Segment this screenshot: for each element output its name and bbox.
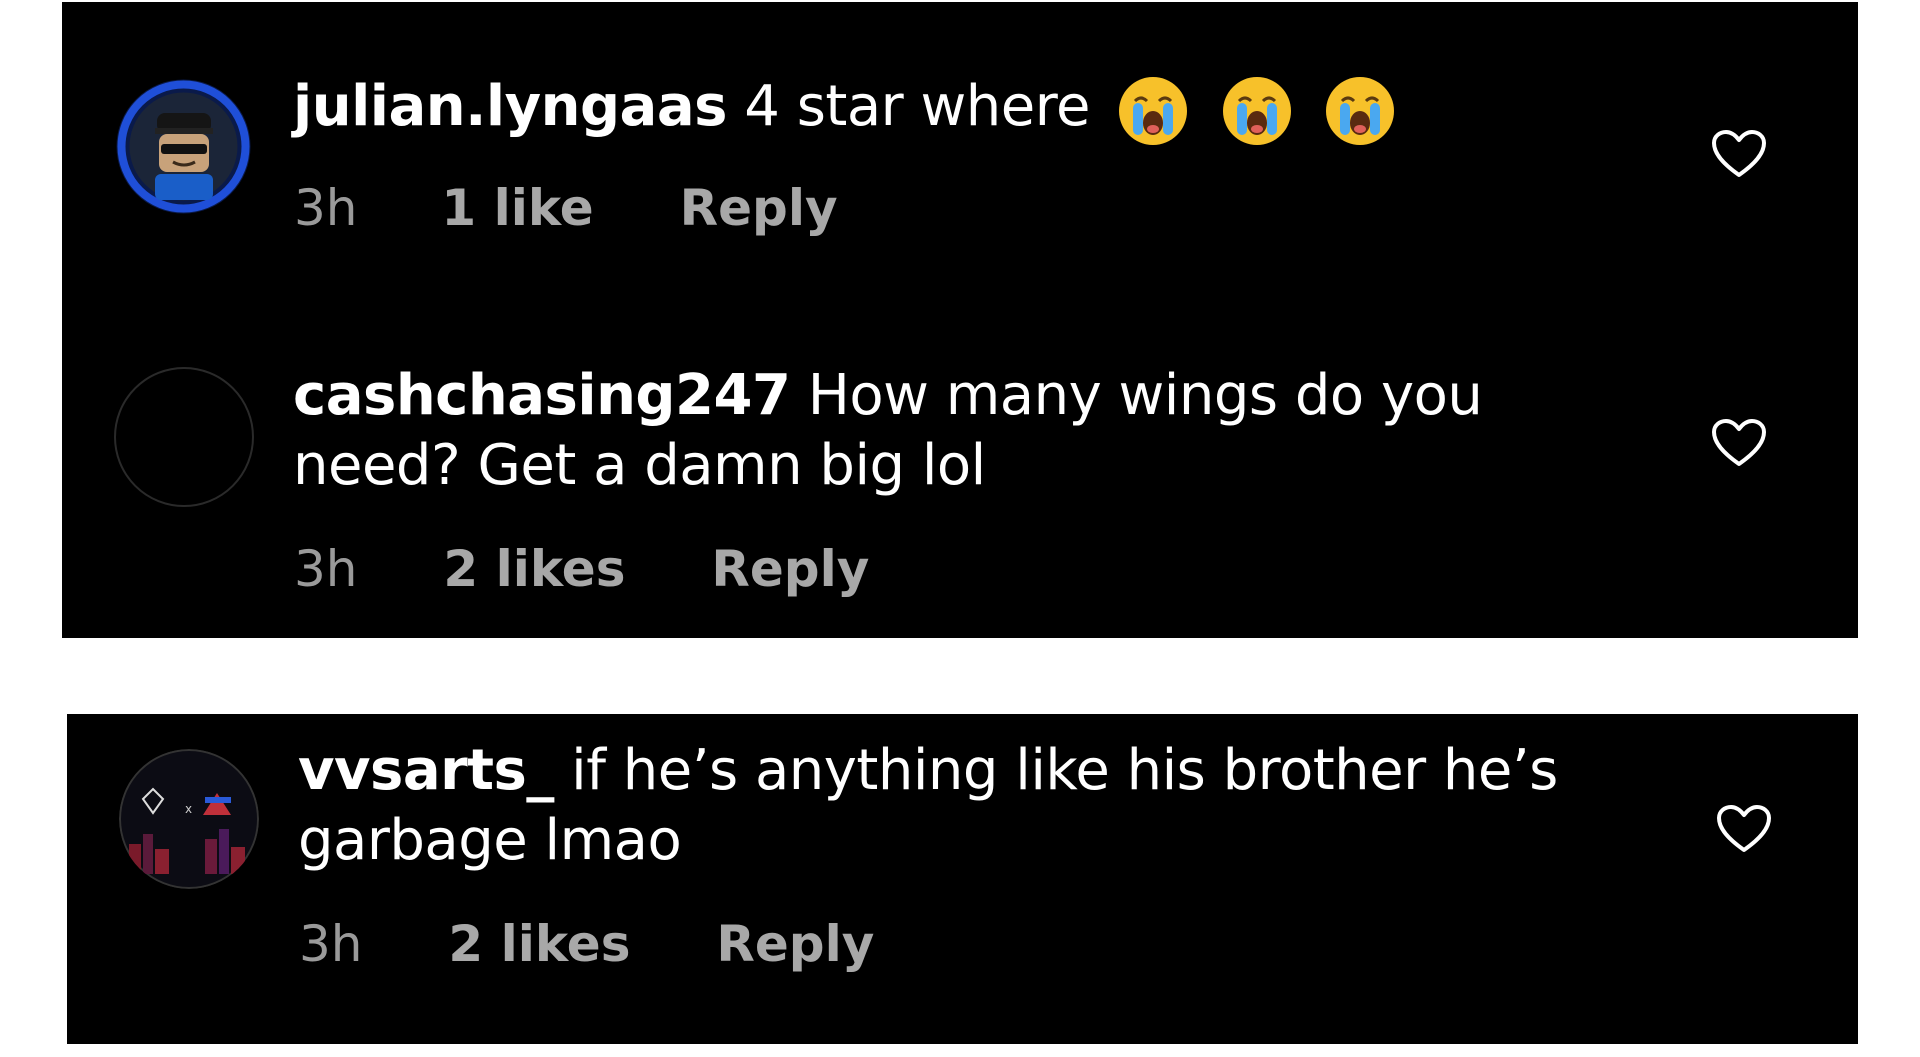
- avatar[interactable]: x: [119, 749, 259, 889]
- comment-item: x vvsarts_ if he’s anything like his bro…: [67, 714, 1858, 1044]
- reply-button[interactable]: Reply: [711, 539, 869, 599]
- vvs-arts-logo-avatar-icon: x: [119, 749, 259, 889]
- comments-panel-bottom: x vvsarts_ if he’s anything like his bro…: [67, 714, 1858, 1044]
- comment-body-line2: need? Get a damn big lol: [293, 433, 986, 498]
- comment-meta: 3h 2 likes Reply: [299, 914, 874, 974]
- lego-minifig-avatar-icon: [116, 79, 251, 214]
- heart-outline-icon[interactable]: [1711, 129, 1767, 179]
- comment-body: 4 star where: [744, 74, 1090, 139]
- heart-outline-icon[interactable]: [1711, 418, 1767, 468]
- avatar[interactable]: [115, 78, 252, 215]
- comment-text: cashchasing247 How many wings do you nee…: [293, 361, 1483, 501]
- comment-likes[interactable]: 2 likes: [443, 539, 625, 599]
- reply-button[interactable]: Reply: [680, 178, 838, 238]
- comment-time: 3h: [299, 915, 363, 973]
- comment-item: julian.lyngaas 4 star where 3h 1 like Re…: [62, 2, 1858, 302]
- comment-username[interactable]: cashchasing247: [293, 363, 791, 428]
- comment-body-line1: How many wings do you: [807, 363, 1483, 428]
- comment-text: julian.lyngaas 4 star where: [293, 72, 1410, 147]
- comment-body-line1: if he’s anything like his brother he’s: [571, 738, 1558, 803]
- comment-text: vvsarts_ if he’s anything like his broth…: [298, 736, 1558, 876]
- comment-time: 3h: [294, 179, 358, 237]
- reply-button[interactable]: Reply: [716, 914, 874, 974]
- comment-body-line2: garbage lmao: [298, 808, 682, 873]
- loudly-crying-face-icon: [1119, 76, 1188, 145]
- comment-likes[interactable]: 2 likes: [448, 914, 630, 974]
- emoji-group: [1117, 73, 1410, 147]
- empty-avatar-icon: [118, 371, 250, 503]
- loudly-crying-face-icon: [1222, 76, 1291, 145]
- comment-likes[interactable]: 1 like: [441, 178, 593, 238]
- heart-outline-icon[interactable]: [1716, 804, 1772, 854]
- comment-meta: 3h 2 likes Reply: [294, 539, 869, 599]
- comment-meta: 3h 1 like Reply: [294, 178, 838, 238]
- loudly-crying-face-icon: [1325, 76, 1394, 145]
- comments-panel-top: julian.lyngaas 4 star where 3h 1 like Re…: [62, 2, 1858, 638]
- comment-username[interactable]: julian.lyngaas: [293, 74, 727, 139]
- svg-text:x: x: [185, 802, 192, 816]
- avatar[interactable]: [114, 367, 254, 507]
- comment-username[interactable]: vvsarts_: [298, 738, 554, 803]
- comment-time: 3h: [294, 540, 358, 598]
- comment-item: cashchasing247 How many wings do you nee…: [62, 302, 1858, 638]
